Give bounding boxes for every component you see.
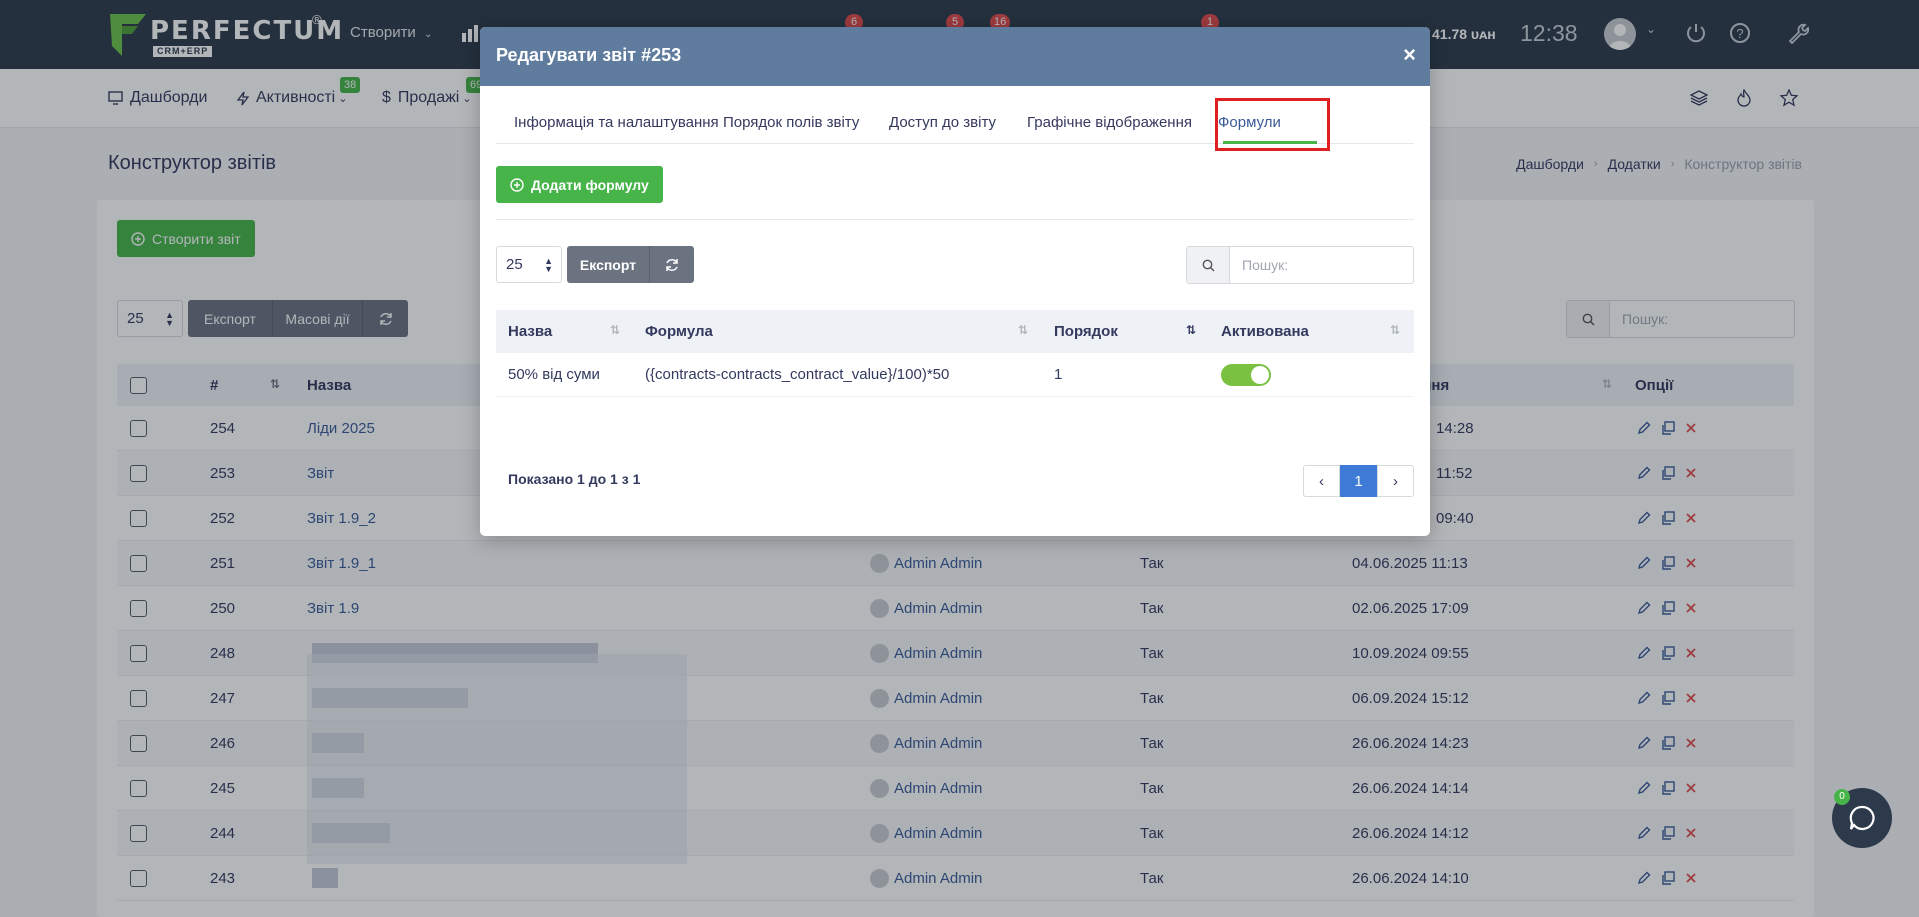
plus-circle-icon (510, 177, 524, 192)
formula-expression: ({contracts-contracts_contract_value}/10… (645, 366, 950, 383)
formula-table-header: Назва ⇅ Формула ⇅ Порядок ⇅ Активована ⇅ (496, 310, 1414, 353)
pagination-prev[interactable]: ‹ (1303, 465, 1340, 497)
search-icon-wrapper (1187, 247, 1230, 283)
formula-export-button[interactable]: Експорт (567, 246, 650, 283)
add-formula-button[interactable]: Додати формулу (496, 166, 663, 203)
formula-search (1186, 246, 1414, 284)
formula-active-toggle[interactable] (1221, 363, 1271, 386)
pagination: ‹ 1 › (1303, 465, 1414, 497)
formula-order: 1 (1054, 366, 1063, 383)
tab-graphics[interactable]: Графічне відображення (1027, 114, 1192, 131)
add-formula-label: Додати формулу (531, 176, 649, 193)
tab-access[interactable]: Доступ до звіту (889, 114, 996, 131)
chat-badge: 0 (1834, 789, 1850, 805)
table-info: Показано 1 до 1 з 1 (508, 471, 641, 487)
chat-icon (1849, 805, 1875, 831)
column-header-order[interactable]: Порядок (1054, 310, 1118, 353)
close-icon[interactable]: × (1403, 42, 1416, 68)
refresh-icon (666, 258, 678, 271)
formula-toolbar: Експорт (567, 246, 694, 283)
sort-icon[interactable]: ⇅ (1018, 323, 1028, 337)
modal-title: Редагувати звіт #253 (496, 45, 682, 65)
formula-search-input[interactable] (1230, 247, 1413, 283)
sort-icon[interactable]: ⇅ (1186, 323, 1196, 337)
sort-icon[interactable]: ⇅ (1390, 323, 1400, 337)
pagination-next[interactable]: › (1377, 465, 1414, 497)
modal-header: Редагувати звіт #253 × (480, 27, 1430, 86)
pagination-page[interactable]: 1 (1340, 465, 1377, 497)
formula-name: 50% від суми (508, 366, 600, 383)
table-row: 50% від суми ({contracts-contracts_contr… (496, 353, 1414, 397)
divider (496, 219, 1414, 220)
column-header-active[interactable]: Активована (1221, 310, 1309, 353)
sort-arrows-icon: ▲ ▼ (544, 255, 553, 274)
tab-info-settings[interactable]: Інформація та налаштування (514, 114, 719, 131)
tab-field-order[interactable]: Порядок полів звіту (723, 114, 859, 131)
column-header-name[interactable]: Назва (508, 310, 552, 353)
tab-highlight-box (1215, 98, 1330, 151)
search-icon (1202, 259, 1214, 271)
formula-page-size-select[interactable]: 25 ▲ ▼ (496, 246, 562, 283)
sort-icon[interactable]: ⇅ (610, 323, 620, 337)
column-header-formula[interactable]: Формула (645, 310, 713, 353)
page-size-value: 25 (506, 256, 523, 273)
export-label: Експорт (579, 256, 637, 273)
formula-refresh-button[interactable] (650, 246, 694, 283)
